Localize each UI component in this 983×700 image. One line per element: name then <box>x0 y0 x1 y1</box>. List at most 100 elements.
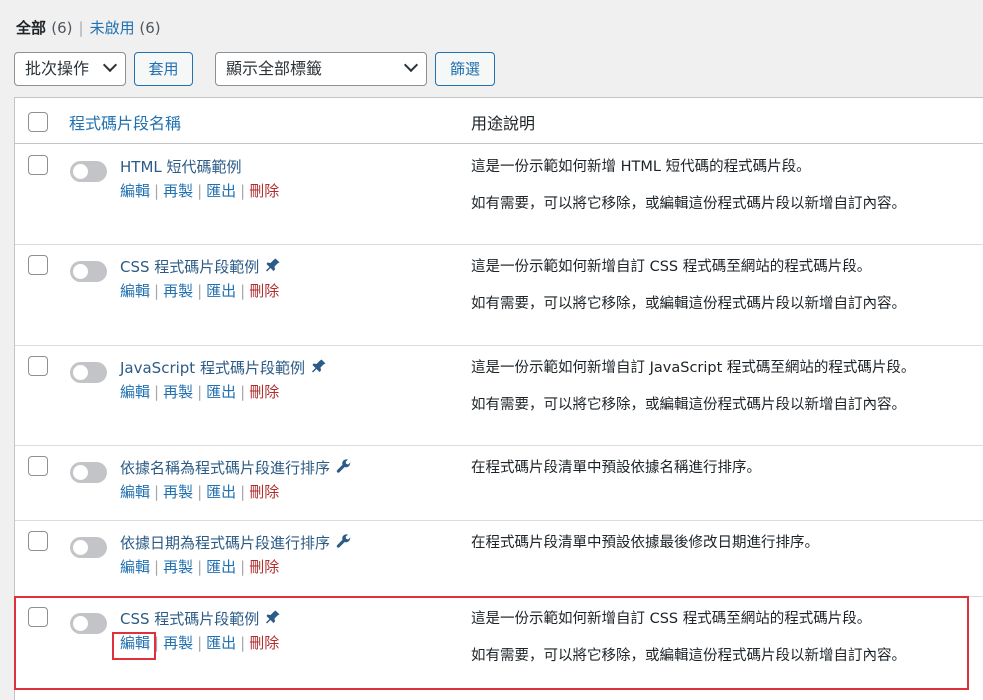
pin-icon <box>311 358 326 373</box>
wrench-icon <box>336 458 351 473</box>
row-checkbox[interactable] <box>28 456 48 476</box>
edit-link[interactable]: 編輯 <box>120 182 150 200</box>
edit-link[interactable]: 編輯 <box>120 483 150 501</box>
export-link[interactable]: 匯出 <box>206 383 236 401</box>
activation-toggle[interactable] <box>70 537 107 558</box>
chevron-down-icon <box>102 57 118 73</box>
edit-link[interactable]: 編輯 <box>120 383 150 401</box>
action-separator: | <box>240 182 246 200</box>
row-actions: 編輯 | 再製 | 匯出 | 刪除 <box>120 280 279 301</box>
snippet-name-text: CSS 程式碼片段範例 <box>120 258 260 276</box>
clone-link[interactable]: 再製 <box>163 634 193 652</box>
snippet-description: 這是一份示範如何新增自訂 CSS 程式碼至網站的程式碼片段。如有需要，可以將它移… <box>471 257 906 314</box>
export-link[interactable]: 匯出 <box>206 182 236 200</box>
clone-link[interactable]: 再製 <box>163 383 193 401</box>
row-actions: 編輯 | 再製 | 匯出 | 刪除 <box>120 632 279 653</box>
snippet-name-text: 依據名稱為程式碼片段進行排序 <box>120 459 331 477</box>
export-link[interactable]: 匯出 <box>206 282 236 300</box>
row-checkbox[interactable] <box>28 155 48 175</box>
export-link[interactable]: 匯出 <box>206 634 236 652</box>
table-header: 程式碼片段名稱 用途說明 <box>15 98 983 144</box>
action-separator: | <box>240 282 246 300</box>
action-separator: | <box>240 634 246 652</box>
snippet-description: 在程式碼片段清單中預設依據最後修改日期進行排序。 <box>471 533 819 553</box>
action-separator: | <box>197 182 203 200</box>
snippet-name[interactable]: CSS 程式碼片段範例 <box>120 256 280 277</box>
description-line-2: 如有需要，可以將它移除，或編輯這份程式碼片段以新增自訂內容。 <box>471 397 906 413</box>
snippet-description: 這是一份示範如何新增自訂 JavaScript 程式碼至網站的程式碼片段。 如有需… <box>471 358 915 415</box>
apply-button[interactable]: 套用 <box>134 52 193 86</box>
table-row: HTML 短代碼範例 編輯 | 再製 | 匯出 | 刪除 這是一份示範如何新增 HTML 短代碼… <box>15 145 983 245</box>
snippet-description: 這是一份示範如何新增自訂 CSS 程式碼至網站的程式碼片段。 如有需要，可以將它移… <box>471 609 906 666</box>
table-row: 依據名稱為程式碼片段進行排序 編輯 | 再製 | 匯出 | 刪除 在程式碼片段清單中預設依據名稱… <box>15 446 983 521</box>
edit-link[interactable]: 編輯 <box>120 282 150 300</box>
delete-link[interactable]: 刪除 <box>249 282 279 300</box>
column-header-description: 用途說明 <box>471 114 536 133</box>
action-separator: | <box>240 383 246 401</box>
row-actions: 編輯 | 再製 | 匯出 | 刪除 <box>120 381 279 402</box>
row-checkbox[interactable] <box>28 531 48 551</box>
activation-toggle[interactable] <box>70 462 107 483</box>
delete-link[interactable]: 刪除 <box>249 634 279 652</box>
description-line-1: 這是一份示範如何新增自訂 CSS 程式碼至網站的程式碼片段。 <box>471 259 872 275</box>
export-link[interactable]: 匯出 <box>206 483 236 501</box>
snippet-name[interactable]: CSS 程式碼片段範例 <box>120 608 280 629</box>
action-separator: | <box>240 558 246 576</box>
snippets-table: 程式碼片段名稱 用途說明 HTML 短代碼範例 編輯 | 再製 | 匯出 | 刪除 這是一份示範… <box>14 97 983 700</box>
description-line-2: 如有需要，可以將它移除，或編輯這份程式碼片段以新增自訂內容。 <box>471 296 906 312</box>
clone-link[interactable]: 再製 <box>163 182 193 200</box>
status-filters: 全部 (6) | 未啟用 (6) <box>16 18 161 38</box>
snippet-name[interactable]: 依據日期為程式碼片段進行排序 <box>120 532 351 553</box>
clone-link[interactable]: 再製 <box>163 558 193 576</box>
activation-toggle[interactable] <box>70 362 107 383</box>
edit-link[interactable]: 編輯 <box>120 558 150 576</box>
pin-icon <box>265 609 280 624</box>
action-separator: | <box>197 634 203 652</box>
tag-filter-select[interactable]: 顯示全部標籤 <box>215 52 427 86</box>
delete-link[interactable]: 刪除 <box>249 558 279 576</box>
row-actions: 編輯 | 再製 | 匯出 | 刪除 <box>120 556 279 577</box>
clone-link[interactable]: 再製 <box>163 483 193 501</box>
snippet-name-text: HTML 短代碼範例 <box>120 158 242 176</box>
clone-link[interactable]: 再製 <box>163 282 193 300</box>
delete-link[interactable]: 刪除 <box>249 383 279 401</box>
action-separator: | <box>154 558 160 576</box>
filter-inactive[interactable]: 未啟用 <box>90 19 135 37</box>
action-separator: | <box>197 483 203 501</box>
edit-link[interactable]: 編輯 <box>120 634 150 652</box>
row-checkbox[interactable] <box>28 607 48 627</box>
delete-link[interactable]: 刪除 <box>249 182 279 200</box>
chevron-down-icon <box>403 57 419 73</box>
filter-all-label: 全部 <box>16 19 47 37</box>
filter-all[interactable]: 全部 (6) <box>16 19 73 37</box>
activation-toggle[interactable] <box>70 261 107 282</box>
snippet-name[interactable]: JavaScript 程式碼片段範例 <box>120 357 326 378</box>
row-checkbox[interactable] <box>28 255 48 275</box>
snippet-name[interactable]: 依據名稱為程式碼片段進行排序 <box>120 457 351 478</box>
filter-button[interactable]: 篩選 <box>435 52 495 86</box>
table-row: JavaScript 程式碼片段範例 編輯 | 再製 | 匯出 | 刪除 這是一份示範如何新增自… <box>15 346 983 446</box>
action-separator: | <box>154 282 160 300</box>
pin-icon <box>265 257 280 272</box>
filter-separator: | <box>78 19 84 37</box>
select-all-checkbox[interactable] <box>28 112 48 132</box>
activation-toggle[interactable] <box>70 613 107 634</box>
table-row: CSS 程式碼片段範例 編輯 | 再製 | 匯出 | 刪除 這是一份示範如何新增自訂 CSS 程… <box>15 597 983 700</box>
snippet-name[interactable]: HTML 短代碼範例 <box>120 156 242 177</box>
description-line-1: 這是一份示範如何新增 HTML 短代碼的程式碼片段。 <box>471 159 811 175</box>
row-checkbox[interactable] <box>28 356 48 376</box>
tag-filter-label: 顯示全部標籤 <box>226 59 323 78</box>
activation-toggle[interactable] <box>70 161 107 182</box>
column-header-name[interactable]: 程式碼片段名稱 <box>69 110 181 134</box>
snippet-name-text: 依據日期為程式碼片段進行排序 <box>120 534 331 552</box>
description-line-1: 在程式碼片段清單中預設依據最後修改日期進行排序。 <box>471 535 819 551</box>
export-link[interactable]: 匯出 <box>206 558 236 576</box>
snippet-description: 這是一份示範如何新增 HTML 短代碼的程式碼片段。 如有需要，可以將它移除，或編… <box>471 157 906 214</box>
delete-link[interactable]: 刪除 <box>249 483 279 501</box>
bulk-action-select[interactable]: 批次操作 <box>14 52 126 86</box>
filter-inactive-count: (6) <box>139 19 161 37</box>
description-line-1: 在程式碼片段清單中預設依據名稱進行排序。 <box>471 460 761 476</box>
bulk-action-label: 批次操作 <box>25 59 90 78</box>
table-row: 依據日期為程式碼片段進行排序 編輯 | 再製 | 匯出 | 刪除 在程式碼片段清單中預設依據最後… <box>15 521 983 597</box>
action-separator: | <box>197 383 203 401</box>
